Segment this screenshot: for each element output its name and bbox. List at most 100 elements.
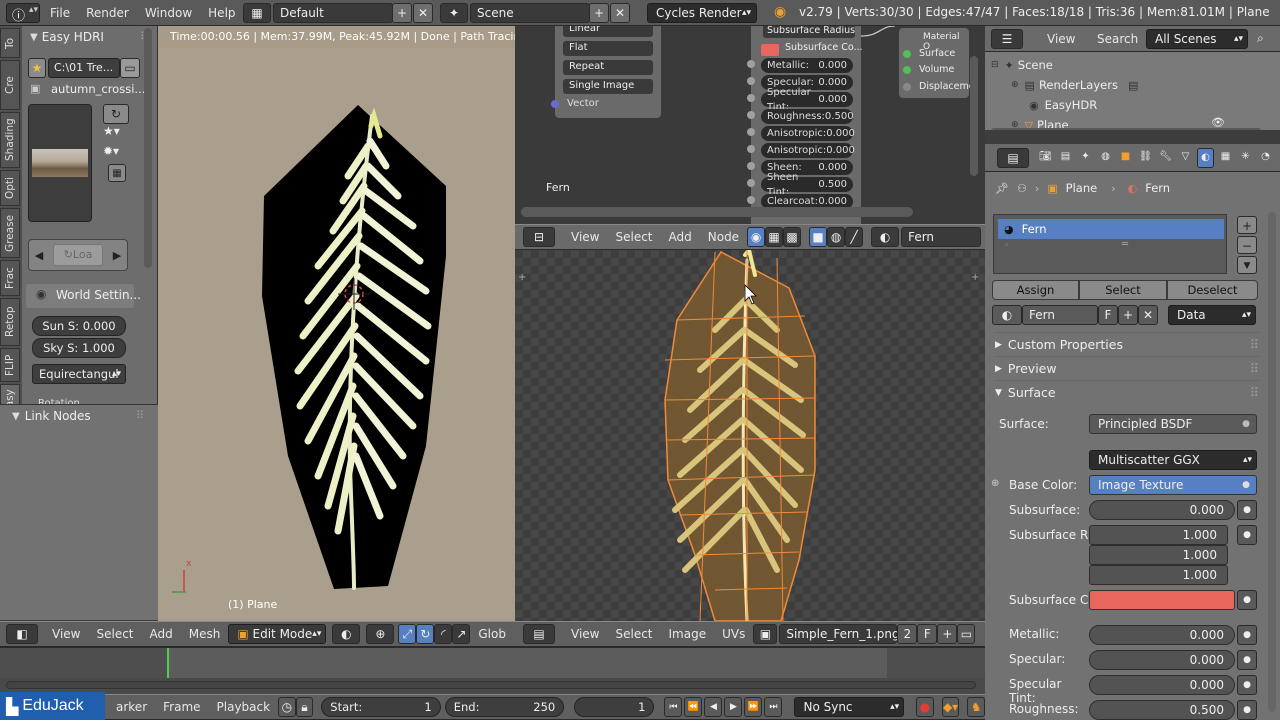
menu-select[interactable]: Select (607, 622, 660, 646)
tab-options[interactable]: Opti (0, 170, 20, 206)
material-browse-button[interactable]: ◐ (992, 305, 1022, 325)
node-material-field[interactable]: Fern (901, 227, 982, 247)
menu-node[interactable]: Node (700, 225, 747, 249)
object-tab-icon[interactable]: ■ (1117, 148, 1134, 168)
menu-select[interactable]: Select (607, 225, 660, 249)
surface-panel[interactable]: ▼ Surface ⠿ (995, 380, 1259, 404)
object-icon[interactable]: ■ (809, 227, 828, 247)
material-name-field[interactable]: Fern (1022, 305, 1098, 325)
texture-type-icon[interactable]: ▦ (765, 227, 784, 247)
hdri-path-field[interactable]: C:\01 Tre... (48, 58, 120, 78)
unlink-material-button[interactable]: ✕ (1138, 305, 1158, 325)
link-input-button[interactable]: ● (1237, 525, 1257, 545)
settings-gear-icon[interactable]: ✹▾ (103, 144, 119, 158)
world-tab-icon[interactable]: ◍ (1097, 148, 1114, 168)
menu-view[interactable]: View (563, 225, 607, 249)
tab-tools[interactable]: To (0, 28, 20, 58)
constraints-tab-icon[interactable]: ⛓︎ (1137, 148, 1154, 168)
layers-tab-icon[interactable]: ▤ (1057, 148, 1074, 168)
tab-flip[interactable]: FLIP (0, 348, 20, 382)
deselect-button[interactable]: Deselect (1167, 280, 1258, 300)
shader-input-field[interactable]: 0.000 (1089, 625, 1235, 645)
menu-search[interactable]: Search (1089, 27, 1146, 51)
line-style-icon[interactable]: ╱ (845, 227, 864, 247)
link-input-button[interactable]: ● (1237, 625, 1257, 645)
play-icon[interactable]: ▶ (724, 697, 743, 717)
drag-handle-icon[interactable]: ⠿ (1250, 333, 1259, 357)
scene-type-button[interactable]: ✦ (440, 3, 468, 23)
image-name-field[interactable]: Simple_Fern_1.png (779, 624, 900, 644)
drag-handle-icon[interactable]: ⠿ (1250, 357, 1259, 381)
select-button[interactable]: Select (1079, 280, 1167, 300)
editor-type-button[interactable]: ▤ (523, 624, 555, 644)
menu-image[interactable]: Image (661, 622, 715, 646)
vertical-scrollbar[interactable] (970, 56, 978, 176)
remove-layout-button[interactable]: ✕ (413, 3, 433, 23)
remove-slot-button[interactable]: − (1237, 236, 1257, 254)
search-icon[interactable]: ⌕ (1257, 31, 1264, 46)
uv-image-editor[interactable]: + + (515, 250, 985, 621)
layout-type-button[interactable]: ▦ (243, 3, 271, 23)
end-frame-field[interactable]: End: 250 (444, 697, 565, 717)
manipulator-translate-icon[interactable]: ⤢ (398, 624, 417, 644)
link-dropdown[interactable]: Data ▴▾ (1168, 305, 1256, 325)
outliner-item-easyhdr[interactable]: ◉ EasyHDR (1029, 96, 1097, 114)
slot-specials-button[interactable]: ▼ (1237, 256, 1257, 274)
drag-handle-icon[interactable]: ⠿ (1250, 381, 1259, 405)
panel-scrollbar[interactable] (144, 28, 152, 268)
editor-type-button[interactable]: ⊟ (523, 227, 555, 247)
subsurface-field[interactable]: 0.000 (1089, 500, 1235, 520)
properties-scrollbar[interactable] (1268, 212, 1276, 712)
shader-input-field[interactable]: 0.500 (1089, 700, 1235, 720)
expand-icon[interactable]: ⊕ (1011, 80, 1019, 90)
tab-create[interactable]: Cre (0, 60, 20, 110)
layout-field[interactable]: Default (273, 3, 393, 23)
subsurface-color-swatch[interactable] (1089, 590, 1235, 610)
tab-fracture[interactable]: Frac (0, 260, 20, 296)
material-tab-icon[interactable]: ◐ (1197, 148, 1214, 168)
render-engine-dropdown[interactable]: Cycles Render ▴▾ (647, 3, 757, 23)
menu-uvs[interactable]: UVs (714, 622, 753, 646)
base-color-link-field[interactable]: Image Texture ● (1089, 475, 1257, 495)
hdri-preview[interactable] (28, 104, 92, 222)
world-icon[interactable]: ◍ (827, 227, 846, 247)
load-button[interactable]: ↻Loa (53, 244, 103, 266)
expand-icon[interactable]: ◦ (1004, 241, 1009, 251)
jump-start-icon[interactable]: ⏮ (664, 697, 683, 717)
resize-handle-icon[interactable]: ═ (1122, 239, 1128, 250)
link-input-button[interactable]: ● (1237, 700, 1257, 720)
add-scene-button[interactable]: + (589, 3, 609, 23)
new-image-button[interactable]: + (937, 624, 958, 644)
image-users-count[interactable]: 2 (897, 624, 918, 644)
expand-icon[interactable]: ⊟ (991, 60, 999, 70)
menu-add[interactable]: Add (142, 622, 181, 646)
fake-user-button[interactable]: F (1098, 305, 1118, 325)
subsurface-radius-x[interactable]: 1.000 (1089, 525, 1228, 545)
jump-end-icon[interactable]: ⏭ (764, 697, 783, 717)
particles-tab-icon[interactable]: ✳ (1237, 148, 1254, 168)
menu-playback[interactable]: Playback (209, 695, 279, 719)
play-reverse-icon[interactable]: ◀ (704, 697, 723, 717)
editor-type-button[interactable]: ◧ (6, 624, 38, 644)
assign-button[interactable]: Assign (992, 280, 1079, 300)
refresh-icon[interactable]: ↻ (103, 104, 129, 124)
favorite-icon[interactable]: ★ (28, 58, 46, 78)
previous-icon[interactable]: ◀ (29, 249, 49, 262)
surface-shader-field[interactable]: Principled BSDF ● (1089, 414, 1257, 434)
shader-type-icon[interactable]: ◉ (747, 227, 766, 247)
menu-file[interactable]: File (42, 0, 78, 26)
collapse-icon[interactable]: ▼ (12, 411, 20, 422)
menu-window[interactable]: Window (137, 0, 200, 26)
texture-tab-icon[interactable]: ▦ (1217, 148, 1234, 168)
menu-add[interactable]: Add (661, 225, 700, 249)
menu-view[interactable]: View (1039, 27, 1083, 51)
drag-handle-icon[interactable]: ⠿ (136, 409, 144, 422)
scene-field[interactable]: Scene (470, 3, 590, 23)
outliner-item-scene[interactable]: ⊟ ✦ Scene (991, 56, 1053, 74)
outliner-scrollbar[interactable] (991, 128, 1261, 130)
editor-type-button[interactable]: ☰ (991, 29, 1023, 49)
render-tab-icon[interactable]: 📷︎ (1037, 148, 1054, 168)
add-slot-button[interactable]: + (1237, 216, 1257, 234)
start-frame-field[interactable]: Start: 1 (321, 697, 441, 717)
sync-dropdown[interactable]: No Sync ▴▾ (794, 697, 905, 717)
